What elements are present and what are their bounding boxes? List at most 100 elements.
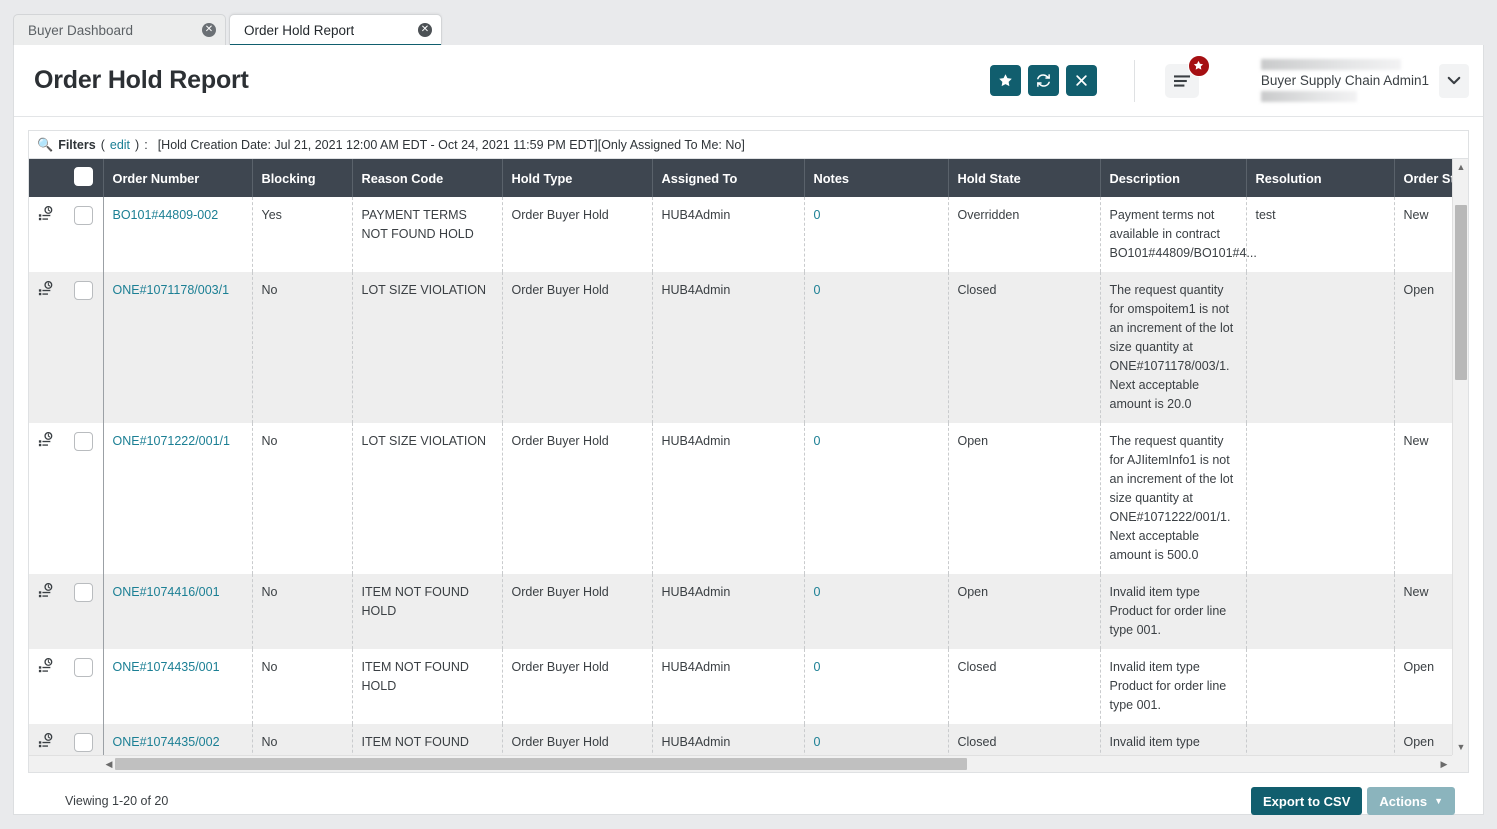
filters-edit-link[interactable]: edit bbox=[110, 138, 130, 152]
cell-order-number[interactable]: ONE#1071178/003/1 bbox=[103, 272, 252, 423]
row-checkbox[interactable] bbox=[74, 583, 93, 602]
table-row[interactable]: ONE#1074435/002NoITEM NOT FOUND HOLDOrde… bbox=[29, 724, 1452, 755]
vertical-scroll-thumb[interactable] bbox=[1455, 205, 1467, 380]
table-row[interactable]: ONE#1071178/003/1NoLOT SIZE VIOLATIONOrd… bbox=[29, 272, 1452, 423]
order-number-link[interactable]: ONE#1071222/001/1 bbox=[113, 434, 230, 448]
refresh-button[interactable] bbox=[1028, 65, 1059, 96]
order-number-link[interactable]: ONE#1074435/001 bbox=[113, 660, 220, 674]
column-header-hold-state[interactable]: Hold State bbox=[948, 159, 1100, 197]
user-menu[interactable]: Buyer Supply Chain Admin1 bbox=[1261, 59, 1469, 102]
notifications-menu bbox=[1165, 64, 1199, 98]
cell-notes[interactable]: 0 bbox=[804, 272, 948, 423]
table-row[interactable]: ONE#1074435/001NoITEM NOT FOUND HOLDOrde… bbox=[29, 649, 1452, 724]
app-window: Order Hold Report bbox=[13, 45, 1484, 815]
order-number-link[interactable]: ONE#1071178/003/1 bbox=[113, 283, 230, 297]
cell-notes[interactable]: 0 bbox=[804, 649, 948, 724]
row-checkbox[interactable] bbox=[74, 432, 93, 451]
row-checkbox[interactable] bbox=[74, 206, 93, 225]
order-number-link[interactable]: BO101#44809-002 bbox=[113, 208, 219, 222]
export-to-csv-button[interactable]: Export to CSV bbox=[1251, 787, 1362, 815]
notes-link[interactable]: 0 bbox=[814, 434, 821, 448]
chevron-down-icon bbox=[1447, 76, 1461, 85]
notification-badge[interactable] bbox=[1188, 55, 1210, 77]
row-select-cell[interactable] bbox=[65, 423, 103, 574]
cell-notes[interactable]: 0 bbox=[804, 423, 948, 574]
favorite-button[interactable] bbox=[990, 65, 1021, 96]
row-detail-cell[interactable] bbox=[29, 649, 65, 724]
column-header-hold-type[interactable]: Hold Type bbox=[502, 159, 652, 197]
cell-order-number[interactable]: ONE#1074435/001 bbox=[103, 649, 252, 724]
vertical-scrollbar[interactable]: ▲ ▼ bbox=[1452, 159, 1468, 755]
row-detail-button[interactable] bbox=[38, 432, 54, 453]
row-detail-button[interactable] bbox=[38, 583, 54, 604]
column-header-notes[interactable]: Notes bbox=[804, 159, 948, 197]
cell-order-number[interactable]: ONE#1074416/001 bbox=[103, 574, 252, 649]
table-row[interactable]: BO101#44809-002YesPAYMENT TERMS NOT FOUN… bbox=[29, 197, 1452, 272]
horizontal-scroll-thumb[interactable] bbox=[115, 758, 967, 770]
row-checkbox[interactable] bbox=[74, 281, 93, 300]
cell-description: Invalid item type Product for order line… bbox=[1100, 649, 1246, 724]
user-name: Buyer Supply Chain Admin1 bbox=[1261, 73, 1429, 88]
column-header-blocking[interactable]: Blocking bbox=[252, 159, 352, 197]
cell-hold-type: Order Buyer Hold bbox=[502, 574, 652, 649]
close-circle-icon[interactable]: ✕ bbox=[418, 23, 432, 37]
user-menu-toggle[interactable] bbox=[1439, 64, 1469, 98]
close-circle-icon[interactable]: ✕ bbox=[202, 23, 216, 37]
cell-notes[interactable]: 0 bbox=[804, 197, 948, 272]
row-detail-icon bbox=[38, 733, 54, 748]
column-header-description[interactable]: Description bbox=[1100, 159, 1246, 197]
order-number-link[interactable]: ONE#1074435/002 bbox=[113, 735, 220, 749]
cell-notes[interactable]: 0 bbox=[804, 574, 948, 649]
row-detail-cell[interactable] bbox=[29, 423, 65, 574]
table-scroll-area: Order Number Blocking Reason Code Hold T… bbox=[29, 159, 1452, 755]
row-detail-cell[interactable] bbox=[29, 272, 65, 423]
row-select-cell[interactable] bbox=[65, 724, 103, 755]
notes-link[interactable]: 0 bbox=[814, 585, 821, 599]
row-detail-cell[interactable] bbox=[29, 197, 65, 272]
row-select-cell[interactable] bbox=[65, 272, 103, 423]
row-checkbox[interactable] bbox=[74, 658, 93, 677]
cell-order-status: New bbox=[1394, 574, 1452, 649]
cell-order-number[interactable]: ONE#1074435/002 bbox=[103, 724, 252, 755]
column-header-assigned-to[interactable]: Assigned To bbox=[652, 159, 804, 197]
browser-tab-buyer-dashboard[interactable]: Buyer Dashboard ✕ bbox=[13, 14, 226, 45]
column-header-order-status[interactable]: Order St bbox=[1394, 159, 1452, 197]
order-number-link[interactable]: ONE#1074416/001 bbox=[113, 585, 220, 599]
actions-button[interactable]: Actions ▼ bbox=[1367, 787, 1455, 815]
row-select-cell[interactable] bbox=[65, 574, 103, 649]
cell-order-number[interactable]: BO101#44809-002 bbox=[103, 197, 252, 272]
cell-description: Payment terms not available in contract … bbox=[1100, 197, 1246, 272]
table-header-row: Order Number Blocking Reason Code Hold T… bbox=[29, 159, 1452, 197]
row-detail-button[interactable] bbox=[38, 733, 54, 754]
cell-order-number[interactable]: ONE#1071222/001/1 bbox=[103, 423, 252, 574]
row-detail-button[interactable] bbox=[38, 206, 54, 227]
row-detail-button[interactable] bbox=[38, 281, 54, 302]
row-checkbox[interactable] bbox=[74, 733, 93, 752]
row-select-cell[interactable] bbox=[65, 649, 103, 724]
scroll-up-arrow-icon[interactable]: ▲ bbox=[1453, 159, 1468, 175]
row-detail-button[interactable] bbox=[38, 658, 54, 679]
column-header-resolution[interactable]: Resolution bbox=[1246, 159, 1394, 197]
page-header: Order Hold Report bbox=[14, 45, 1483, 117]
close-button[interactable] bbox=[1066, 65, 1097, 96]
column-header-reason-code[interactable]: Reason Code bbox=[352, 159, 502, 197]
browser-tab-order-hold-report[interactable]: Order Hold Report ✕ bbox=[229, 14, 442, 45]
notes-link[interactable]: 0 bbox=[814, 735, 821, 749]
filters-label: Filters bbox=[58, 138, 96, 152]
column-header-order-number[interactable]: Order Number bbox=[103, 159, 252, 197]
scroll-down-arrow-icon[interactable]: ▼ bbox=[1453, 739, 1468, 755]
horizontal-scrollbar[interactable]: ◀ ▶ bbox=[29, 755, 1452, 772]
cell-description: The request quantity for omspoitem1 is n… bbox=[1100, 272, 1246, 423]
cell-notes[interactable]: 0 bbox=[804, 724, 948, 755]
row-detail-cell[interactable] bbox=[29, 724, 65, 755]
scroll-right-arrow-icon[interactable]: ▶ bbox=[1436, 756, 1452, 772]
row-detail-cell[interactable] bbox=[29, 574, 65, 649]
notes-link[interactable]: 0 bbox=[814, 660, 821, 674]
select-all-checkbox[interactable] bbox=[74, 167, 93, 186]
browser-tab-strip: Buyer Dashboard ✕ Order Hold Report ✕ bbox=[0, 0, 1497, 45]
notes-link[interactable]: 0 bbox=[814, 208, 821, 222]
table-row[interactable]: ONE#1071222/001/1NoLOT SIZE VIOLATIONOrd… bbox=[29, 423, 1452, 574]
table-row[interactable]: ONE#1074416/001NoITEM NOT FOUND HOLDOrde… bbox=[29, 574, 1452, 649]
notes-link[interactable]: 0 bbox=[814, 283, 821, 297]
row-select-cell[interactable] bbox=[65, 197, 103, 272]
